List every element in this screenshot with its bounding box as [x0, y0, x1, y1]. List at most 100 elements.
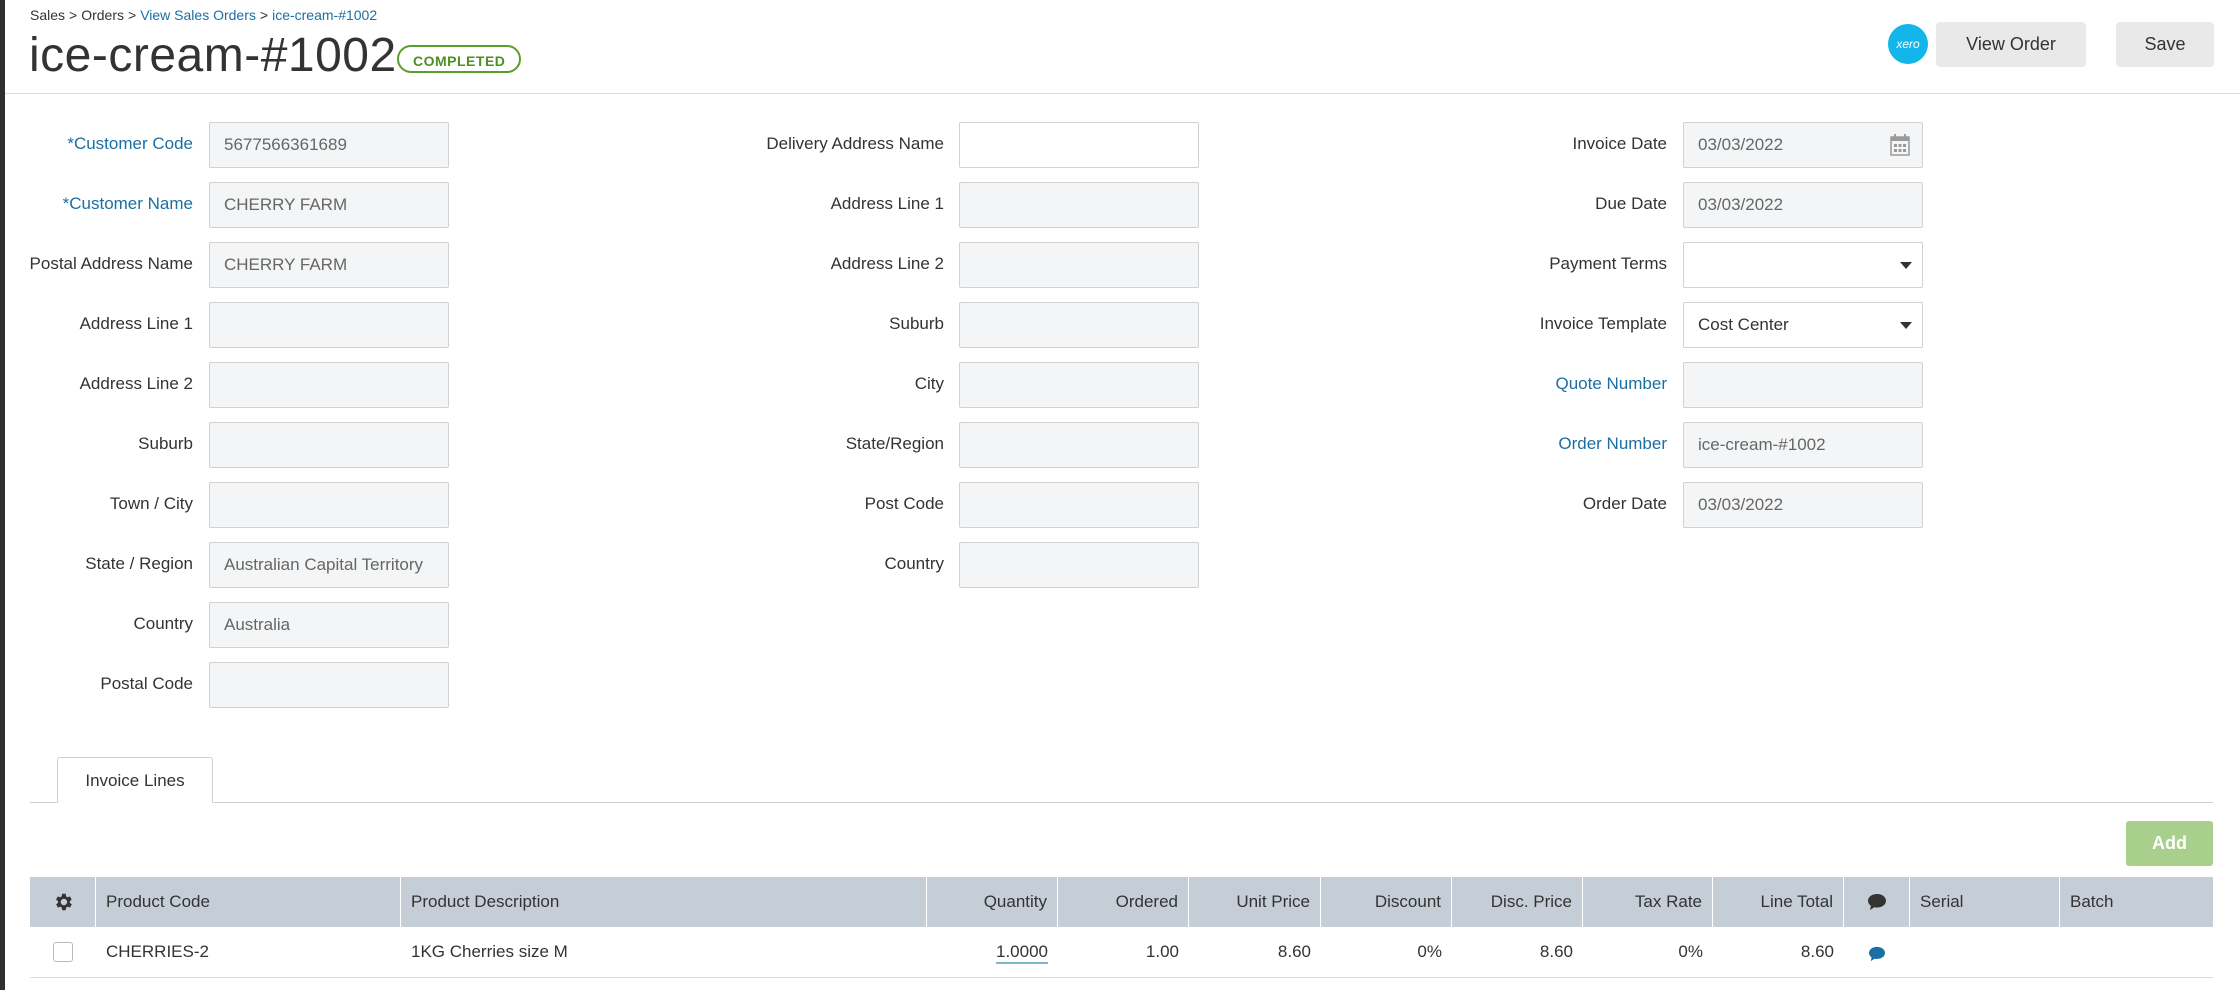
- delivery-address-name-field[interactable]: [959, 122, 1199, 168]
- customer-name-field[interactable]: CHERRY FARM: [209, 182, 449, 228]
- postal-code-field[interactable]: [209, 662, 449, 708]
- invoice-template-value: Cost Center: [1698, 315, 1789, 334]
- col-discount[interactable]: Discount: [1321, 877, 1452, 927]
- postal-suburb-label: Suburb: [138, 434, 193, 453]
- postal-address-line-1-label: Address Line 1: [79, 314, 193, 333]
- delivery-country-label: Country: [884, 554, 944, 573]
- delivery-state-region-field[interactable]: [959, 422, 1199, 468]
- customer-code-field[interactable]: 5677566361689: [209, 122, 449, 168]
- cell-ordered: 1.00: [1145, 942, 1179, 961]
- cell-product-code: CHERRIES-2: [106, 942, 209, 961]
- col-product-description[interactable]: Product Description: [401, 877, 927, 927]
- table-row[interactable]: CHERRIES-2 1KG Cherries size M 1.0000 1.…: [30, 927, 2213, 978]
- breadcrumb-separator: >: [259, 7, 269, 23]
- quantity-input[interactable]: 1.0000: [996, 942, 1048, 964]
- payment-terms-select[interactable]: [1683, 242, 1923, 288]
- delivery-address-line-2-field[interactable]: [959, 242, 1199, 288]
- delivery-city-label: City: [914, 374, 944, 393]
- delivery-address-line-2-label: Address Line 2: [830, 254, 944, 273]
- breadcrumb-current[interactable]: ice-cream-#1002: [272, 7, 377, 23]
- tab-invoice-lines[interactable]: Invoice Lines: [57, 757, 213, 803]
- cell-quantity[interactable]: 1.0000: [927, 927, 1058, 977]
- window-edge: [0, 0, 5, 990]
- cell-batch: [2060, 927, 2213, 977]
- postal-town-city-field[interactable]: [209, 482, 449, 528]
- postal-address-line-1-field[interactable]: [209, 302, 449, 348]
- grid-settings-cell[interactable]: [30, 877, 96, 927]
- postal-town-city-label: Town / City: [109, 494, 193, 513]
- col-line-total[interactable]: Line Total: [1713, 877, 1844, 927]
- postal-address-name-label: Postal Address Name: [29, 254, 193, 273]
- status-badge: COMPLETED: [397, 45, 522, 73]
- col-product-code[interactable]: Product Code: [96, 877, 401, 927]
- order-number-label[interactable]: Order Number: [1480, 434, 1667, 454]
- tab-divider: [30, 802, 2213, 803]
- invoice-date-label: Invoice Date: [1572, 134, 1668, 153]
- breadcrumb-sales[interactable]: Sales: [30, 7, 65, 23]
- postal-country-field[interactable]: Australia: [209, 602, 449, 648]
- col-tax-rate[interactable]: Tax Rate: [1583, 877, 1713, 927]
- quote-number-label[interactable]: Quote Number: [1480, 374, 1668, 394]
- cell-serial: [1910, 927, 2060, 977]
- due-date-field[interactable]: 03/03/2022: [1683, 182, 1923, 228]
- xero-icon[interactable]: xero: [1888, 24, 1928, 64]
- view-order-button[interactable]: View Order: [1936, 22, 2086, 67]
- postal-state-region-label: State / Region: [85, 554, 193, 573]
- col-serial[interactable]: Serial: [1910, 877, 2060, 927]
- breadcrumb-view-sales-orders[interactable]: View Sales Orders: [140, 7, 256, 23]
- postal-address-line-2-field[interactable]: [209, 362, 449, 408]
- cell-product-description: 1KG Cherries size M: [411, 942, 568, 961]
- cell-tax-rate: 0%: [1678, 942, 1703, 961]
- col-comments[interactable]: [1844, 877, 1910, 927]
- col-batch[interactable]: Batch: [2060, 877, 2213, 927]
- row-select-checkbox[interactable]: [53, 942, 73, 962]
- chevron-down-icon: [1900, 262, 1912, 269]
- cell-unit-price: 8.60: [1277, 942, 1311, 961]
- delivery-suburb-label: Suburb: [889, 314, 944, 333]
- add-line-button[interactable]: Add: [2126, 821, 2213, 866]
- invoice-date-field[interactable]: 03/03/2022: [1683, 122, 1923, 168]
- delivery-post-code-field[interactable]: [959, 482, 1199, 528]
- delivery-country-field[interactable]: [959, 542, 1199, 588]
- save-button[interactable]: Save: [2116, 22, 2214, 67]
- calendar-icon[interactable]: [1890, 134, 1910, 156]
- postal-code-label: Postal Code: [100, 674, 193, 693]
- customer-name-label: *Customer Name: [62, 194, 193, 213]
- postal-address-line-2-label: Address Line 2: [79, 374, 193, 393]
- delivery-address-line-1-field[interactable]: [959, 182, 1199, 228]
- order-date-label: Order Date: [1582, 494, 1667, 513]
- col-ordered[interactable]: Ordered: [1058, 877, 1189, 927]
- cell-line-total: 8.60: [1800, 942, 1834, 961]
- payment-terms-label: Payment Terms: [1549, 254, 1667, 273]
- breadcrumb: Sales > Orders > View Sales Orders > ice-cream…: [30, 7, 377, 23]
- postal-address-name-field[interactable]: CHERRY FARM: [209, 242, 449, 288]
- header-divider: [5, 93, 2240, 94]
- delivery-post-code-label: Post Code: [864, 494, 944, 513]
- col-disc-price[interactable]: Disc. Price: [1452, 877, 1583, 927]
- col-quantity[interactable]: Quantity: [927, 877, 1058, 927]
- invoice-template-select[interactable]: Cost Center: [1683, 302, 1923, 348]
- comment-icon: [1867, 894, 1886, 910]
- col-unit-price[interactable]: Unit Price: [1189, 877, 1321, 927]
- order-number-field[interactable]: ice-cream-#1002: [1683, 422, 1923, 468]
- delivery-city-field[interactable]: [959, 362, 1199, 408]
- delivery-address-name-label: Delivery Address Name: [766, 134, 944, 153]
- quote-number-field[interactable]: [1683, 362, 1923, 408]
- invoice-template-label: Invoice Template: [1539, 314, 1667, 333]
- invoice-date-value: 03/03/2022: [1698, 135, 1784, 154]
- gear-icon[interactable]: [52, 891, 74, 913]
- postal-state-region-field[interactable]: Australian Capital Territory: [209, 542, 449, 588]
- chevron-down-icon: [1900, 322, 1912, 329]
- delivery-address-line-1-label: Address Line 1: [830, 194, 944, 213]
- order-date-field[interactable]: 03/03/2022: [1683, 482, 1923, 528]
- postal-country-label: Country: [133, 614, 193, 633]
- grid-header: Product Code Product Description Quantit…: [30, 877, 2213, 927]
- cell-comment[interactable]: [1844, 927, 1910, 977]
- breadcrumb-orders[interactable]: Orders: [81, 7, 124, 23]
- delivery-suburb-field[interactable]: [959, 302, 1199, 348]
- comment-icon[interactable]: [1868, 946, 1886, 962]
- postal-suburb-field[interactable]: [209, 422, 449, 468]
- delivery-state-region-label: State/Region: [845, 434, 944, 453]
- cell-discount: 0%: [1417, 942, 1442, 961]
- page-title: ice-cream-#1002: [29, 29, 397, 82]
